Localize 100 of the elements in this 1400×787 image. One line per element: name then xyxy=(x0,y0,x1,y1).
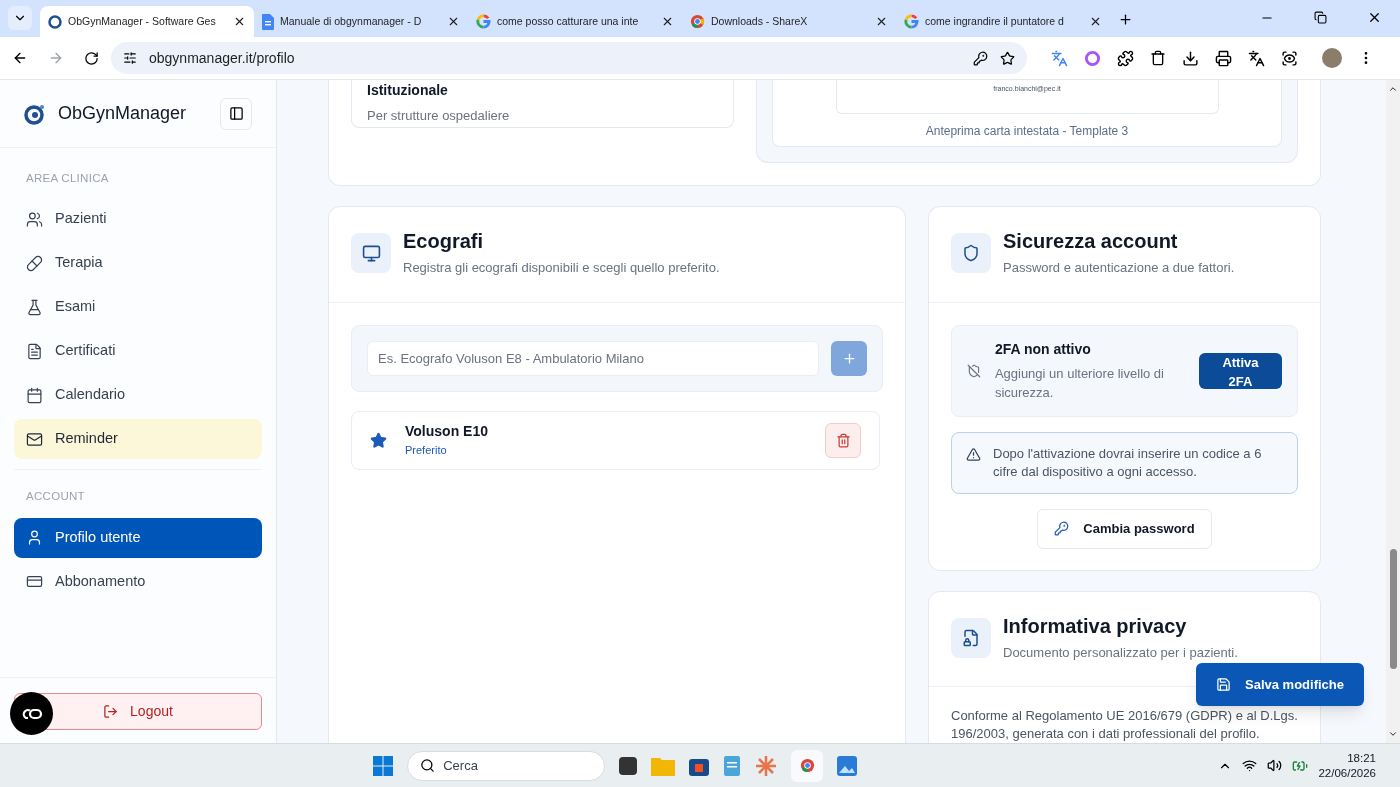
delete-button[interactable] xyxy=(825,422,861,458)
app-logo-icon xyxy=(24,102,46,125)
plus-icon xyxy=(841,350,857,366)
sidebar-toggle-button[interactable] xyxy=(220,97,252,130)
sidebar-item[interactable]: Abbonamento xyxy=(14,561,262,602)
bookmark-star-icon[interactable] xyxy=(1000,50,1015,66)
shield-off-icon xyxy=(967,362,981,379)
task-view-icon[interactable] xyxy=(619,756,638,775)
reload-icon[interactable] xyxy=(84,50,99,66)
item-name: Voluson E10 xyxy=(405,422,489,442)
sidebar-item[interactable]: Pazienti xyxy=(14,199,262,240)
save-icon xyxy=(1216,677,1231,692)
scroll-down-icon[interactable] xyxy=(1388,729,1398,739)
sidebar-item[interactable]: Calendario xyxy=(14,375,262,416)
clock-time[interactable]: 18:21 xyxy=(1347,750,1376,766)
sidebar-item[interactable]: Certificati xyxy=(14,331,262,372)
ultrasound-item[interactable]: Voluson E10 Preferito xyxy=(351,410,880,470)
volume-icon[interactable] xyxy=(1267,758,1283,773)
profile-avatar[interactable] xyxy=(1322,48,1342,68)
app-logo-icon xyxy=(48,14,62,29)
chrome-taskbar-icon[interactable] xyxy=(791,749,824,782)
browser-tab[interactable]: Downloads - ShareX xyxy=(682,6,896,37)
taskbar-search[interactable]: Cerca xyxy=(407,750,606,781)
locked-document-icon xyxy=(962,628,980,647)
restore-icon[interactable] xyxy=(1314,11,1327,24)
chrome-icon xyxy=(690,14,705,29)
trash-icon[interactable] xyxy=(1150,50,1166,66)
trash-icon xyxy=(835,432,851,448)
card-subtitle: Password e autenticazione a due fattori. xyxy=(1003,259,1235,277)
status-title: 2FA non attivo xyxy=(994,339,1092,359)
warning-icon xyxy=(966,446,981,462)
back-icon[interactable] xyxy=(12,50,28,66)
browser-tab[interactable]: come ingrandire il puntatore d xyxy=(896,6,1110,37)
option-title: Istituzionale xyxy=(367,81,449,100)
search-placeholder: Cerca xyxy=(443,756,478,775)
card-icon xyxy=(26,573,43,590)
url-text: obgynmanager.it/profilo xyxy=(149,48,296,68)
tab-title: come ingrandire il puntatore d xyxy=(925,13,1065,29)
new-tab-icon[interactable] xyxy=(1118,12,1133,27)
shield-icon xyxy=(962,244,980,262)
input-field[interactable]: Es. Ecografo Voluson E8 - Ambulatorio Milano xyxy=(367,340,819,376)
enable-2fa-button[interactable]: Attiva 2FA xyxy=(1198,352,1282,389)
extensions-icon[interactable] xyxy=(1117,49,1134,67)
search-icon xyxy=(420,758,436,773)
flask-icon xyxy=(26,298,43,316)
close-icon[interactable] xyxy=(875,15,888,28)
card-title: Ecografi xyxy=(403,229,485,254)
document-icon xyxy=(26,342,43,360)
download-icon[interactable] xyxy=(1182,49,1199,67)
change-password-button[interactable]: Cambia password xyxy=(1037,508,1212,549)
translate-icon[interactable] xyxy=(1248,49,1265,67)
star-icon[interactable] xyxy=(370,431,387,449)
document-icon xyxy=(262,13,274,30)
sidebar-item[interactable]: Terapia xyxy=(14,243,262,284)
key-icon xyxy=(1054,521,1070,536)
color-ring-icon[interactable] xyxy=(1084,49,1101,67)
browser-tab[interactable]: ObGynManager - Software Ges xyxy=(40,6,254,37)
key-icon[interactable] xyxy=(973,50,988,66)
users-icon xyxy=(26,210,43,228)
print-icon[interactable] xyxy=(1215,49,1232,67)
start-icon[interactable] xyxy=(373,755,394,776)
close-icon[interactable] xyxy=(447,15,460,28)
user-icon xyxy=(26,529,43,546)
section-heading: AREA CLINICA xyxy=(25,171,110,186)
browser-tab[interactable]: come posso catturare una inte xyxy=(468,6,682,37)
site-info-icon xyxy=(123,51,137,65)
screenshot-icon[interactable] xyxy=(1281,49,1298,67)
address-bar[interactable]: obgynmanager.it/profilo xyxy=(111,42,1027,74)
logout-icon xyxy=(103,704,119,719)
sidebar-item[interactable]: Profilo utente xyxy=(14,517,262,558)
close-icon[interactable] xyxy=(1089,15,1102,28)
notice-text: Dopo l'attivazione dovrai inserire un codice a 6 cifre dal dispositivo a ogni accesso. xyxy=(993,444,1263,481)
scrollbar-thumb[interactable] xyxy=(1389,549,1397,669)
starburst-icon[interactable] xyxy=(755,754,778,777)
calendar-icon xyxy=(26,386,43,404)
clock-date[interactable]: 22/06/2026 xyxy=(1318,765,1376,781)
pill-icon xyxy=(26,254,43,272)
option-subtitle: Per strutture ospedaliere xyxy=(367,107,511,125)
tab-title: Manuale di obgynmanager - D xyxy=(280,13,423,29)
section-heading: ACCOUNT xyxy=(25,489,86,505)
wifi-icon[interactable] xyxy=(1242,758,1258,773)
photos-icon[interactable] xyxy=(837,755,858,776)
monitor-icon xyxy=(361,243,381,263)
save-button[interactable]: Salva modifiche xyxy=(1196,663,1364,706)
browser-tab[interactable]: Manuale di obgynmanager - D xyxy=(254,6,468,37)
scroll-up-icon[interactable] xyxy=(1388,84,1398,94)
tab-title: come posso catturare una inte xyxy=(497,13,640,29)
status-text: Aggiungi un ulteriore livello di sicurezza. xyxy=(994,364,1165,402)
close-window-icon[interactable] xyxy=(1367,10,1382,25)
panel-icon xyxy=(228,106,244,121)
colorful-ring-icon xyxy=(904,14,919,29)
template-option[interactable]: Istituzionale Per strutture ospedaliere xyxy=(351,80,734,128)
sidebar-item[interactable]: Esami xyxy=(14,287,262,328)
close-icon[interactable] xyxy=(233,15,246,28)
tab-search-button[interactable] xyxy=(8,6,32,30)
notepad-icon[interactable] xyxy=(723,754,742,777)
tab-title: ObGynManager - Software Ges xyxy=(68,13,217,29)
close-icon[interactable] xyxy=(661,15,674,28)
sidebar-item[interactable]: Reminder xyxy=(14,419,262,460)
colorful-ring-icon xyxy=(476,14,491,29)
